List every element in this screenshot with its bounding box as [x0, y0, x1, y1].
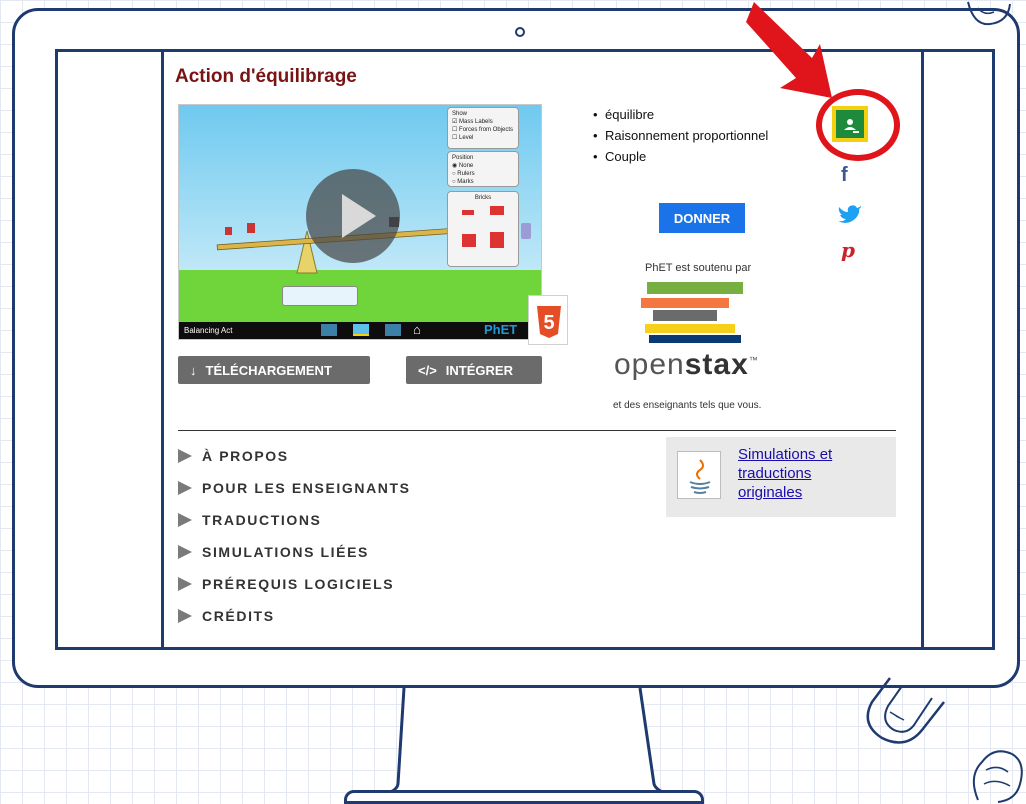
donate-button[interactable]: DONNER [659, 203, 745, 233]
position-option-label: Rulers [457, 171, 475, 177]
brain-doodle-icon [967, 1, 1011, 26]
screen-right-divider [921, 52, 924, 647]
page-title: Action d'équilibrage [175, 66, 357, 87]
caret-right-icon [178, 577, 192, 591]
monitor-stand [359, 687, 693, 798]
caret-right-icon [178, 449, 192, 463]
show-option[interactable]: ☐ Forces from Objects [452, 126, 514, 134]
next-bricks-arrow[interactable] [521, 223, 531, 239]
intro-screen-icon[interactable] [321, 324, 337, 336]
link-line: traductions [738, 465, 812, 482]
original-sims-box: Simulations et traductions originales [666, 437, 896, 517]
download-label: TÉLÉCHARGEMENT [205, 362, 332, 378]
twitter-icon[interactable] [838, 204, 862, 224]
show-option[interactable]: ☑ Mass Labels [452, 118, 514, 126]
play-button[interactable] [306, 169, 400, 263]
supported-by-text: PhET est soutenu par [645, 262, 752, 274]
download-arrow-icon: ↓ [190, 362, 197, 378]
svg-text:5: 5 [543, 312, 554, 334]
embed-label: INTÉGRER [445, 362, 513, 378]
bricks-panel-title: Bricks [474, 195, 492, 201]
openstax-logo-icon [641, 282, 743, 343]
show-option-label: Level [459, 135, 474, 141]
section-label: À PROPOS [202, 448, 289, 464]
section-for-teachers[interactable]: POUR LES ENSEIGNANTS [178, 472, 411, 504]
original-sims-link[interactable]: Simulations et traductions originales [738, 445, 888, 502]
screen-left-divider [161, 52, 164, 647]
section-translations[interactable]: TRADUCTIONS [178, 504, 411, 536]
position-panel: Position ◉ None ○ Rulers ○ Marks [447, 151, 519, 187]
position-option[interactable]: ○ Rulers [452, 170, 514, 178]
position-panel-title: Position [452, 155, 474, 161]
show-option-label: Mass Labels [459, 119, 493, 125]
phet-logo: PhET [484, 322, 518, 337]
section-credits[interactable]: CRÉDITS [178, 600, 411, 632]
section-about[interactable]: À PROPOS [178, 440, 411, 472]
position-option-label: Marks [457, 179, 474, 185]
game-screen-icon[interactable] [385, 324, 401, 336]
caret-right-icon [178, 609, 192, 623]
section-related-sims[interactable]: SIMULATIONS LIÉES [178, 536, 411, 568]
view-toggle[interactable] [282, 286, 358, 306]
openstax-light: open [614, 348, 685, 381]
topic-item: Raisonnement proportionnel [593, 125, 768, 146]
position-option[interactable]: ◉ None [452, 162, 514, 170]
code-icon: </> [418, 362, 437, 378]
caret-right-icon [178, 545, 192, 559]
facebook-icon[interactable]: f [841, 164, 848, 187]
bricks-icons [462, 206, 504, 248]
section-software-requirements[interactable]: PRÉREQUIS LOGICIELS [178, 568, 411, 600]
bricks-panel: Bricks [447, 191, 519, 267]
java-icon [677, 451, 721, 499]
html5-badge-icon: 5 [528, 295, 568, 345]
sim-name-label: Balancing Act [184, 326, 233, 335]
link-line: originales [738, 484, 803, 501]
section-label: TRADUCTIONS [202, 512, 322, 528]
collapsible-sections: À PROPOS POUR LES ENSEIGNANTS TRADUCTION… [178, 440, 411, 632]
section-label: CRÉDITS [202, 608, 275, 624]
download-button[interactable]: ↓ TÉLÉCHARGEMENT [178, 356, 370, 384]
section-label: PRÉREQUIS LOGICIELS [202, 576, 395, 592]
brain-doodle-icon-bottom [972, 750, 1023, 803]
position-option-label: None [458, 163, 474, 169]
section-label: POUR LES ENSEIGNANTS [202, 480, 411, 496]
section-label: SIMULATIONS LIÉES [202, 544, 369, 560]
show-panel: Show ☑ Mass Labels ☐ Forces from Objects… [447, 107, 519, 149]
home-icon[interactable]: ⌂ [413, 322, 421, 337]
play-icon [342, 194, 376, 238]
openstax-bold: stax [684, 348, 749, 381]
openstax-wordmark: openstax™ [614, 348, 759, 382]
show-option-label: Forces from Objects [459, 127, 514, 133]
monitor-base [344, 790, 704, 804]
balance-lab-screen-icon[interactable] [353, 324, 369, 336]
section-divider [178, 430, 896, 431]
show-option[interactable]: ☐ Level [452, 134, 514, 142]
magnet-doodle-icon [866, 677, 945, 744]
topic-item: équilibre [593, 104, 768, 125]
link-line: Simulations et [738, 446, 833, 463]
trademark-symbol: ™ [748, 355, 759, 365]
webcam-dot [515, 27, 525, 37]
topic-item: Couple [593, 146, 768, 167]
caret-right-icon [178, 481, 192, 495]
red-pointer-arrow-icon [746, 2, 832, 98]
topics-list: équilibre Raisonnement proportionnel Cou… [593, 104, 768, 167]
embed-button[interactable]: </> INTÉGRER [406, 356, 542, 384]
pinterest-icon[interactable]: p [841, 238, 855, 262]
position-option[interactable]: ○ Marks [452, 178, 514, 186]
caret-right-icon [178, 513, 192, 527]
simulation-preview[interactable]: Show ☑ Mass Labels ☐ Forces from Objects… [178, 104, 542, 340]
show-panel-title: Show [452, 111, 468, 117]
teachers-text: et des enseignants tels que vous. [613, 400, 762, 411]
